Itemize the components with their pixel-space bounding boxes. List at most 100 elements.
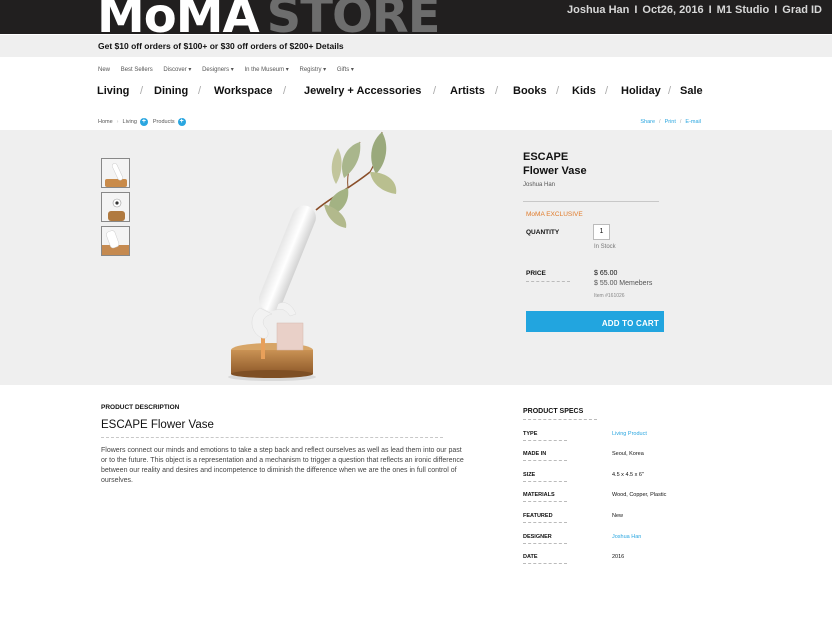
specs-heading: PRODUCT SPECS bbox=[523, 408, 598, 420]
meta-separator: I bbox=[634, 4, 638, 16]
nav-jewelry-accessories[interactable]: Jewelry + Accessories bbox=[304, 85, 421, 97]
nav-divider: / bbox=[433, 85, 437, 97]
product-title-line2: Flower Vase bbox=[523, 165, 587, 177]
product-thumbnail[interactable] bbox=[101, 158, 130, 188]
spec-row: DATE 2016 bbox=[523, 554, 723, 568]
meta-separator: I bbox=[774, 4, 778, 16]
spec-value: Seoul, Korea bbox=[612, 451, 644, 457]
spec-key: DATE bbox=[523, 554, 566, 564]
spec-value-link[interactable]: Joshua Han bbox=[612, 534, 641, 540]
product-image-escape-vase bbox=[228, 131, 397, 381]
main-nav: Living / Dining / Workspace / Jewelry + … bbox=[97, 85, 737, 99]
share-link[interactable]: Share bbox=[640, 119, 655, 125]
quantity-input[interactable]: 1 bbox=[593, 224, 610, 240]
spec-row: MATERIALS Wood, Copper, Plastic bbox=[523, 492, 723, 506]
member-price: $ 55.00 Memebers bbox=[594, 280, 653, 287]
util-gifts[interactable]: Gifts ▾ bbox=[337, 67, 354, 73]
spec-value: 4.5 x 4.5 x 6" bbox=[612, 472, 644, 478]
breadcrumb-living[interactable]: Living bbox=[123, 119, 137, 125]
expand-plus-icon[interactable]: + bbox=[139, 118, 148, 126]
nav-divider: / bbox=[198, 85, 202, 97]
description-body: Flowers connect our minds and emotions t… bbox=[101, 447, 464, 484]
price-value: $ 65.00 bbox=[594, 270, 618, 277]
divider bbox=[101, 437, 443, 438]
nav-divider: / bbox=[495, 85, 499, 97]
nav-divider: / bbox=[605, 85, 609, 97]
email-link[interactable]: E-mail bbox=[685, 119, 701, 125]
promo-bar: Get $10 off orders of $100+ or $30 off o… bbox=[0, 35, 832, 57]
meta-name: Joshua Han bbox=[567, 4, 630, 16]
divider bbox=[523, 201, 659, 202]
util-best-sellers[interactable]: Best Sellers bbox=[121, 67, 153, 73]
util-new[interactable]: New bbox=[98, 67, 110, 73]
utility-nav: New Best Sellers Discover ▾ Designers ▾ … bbox=[98, 66, 363, 73]
spec-row: FEATURED New bbox=[523, 513, 723, 527]
meta-separator: I bbox=[708, 4, 712, 16]
stock-status: In Stock bbox=[594, 244, 616, 250]
util-discover[interactable]: Discover ▾ bbox=[163, 67, 191, 73]
product-title: ESCAPE Flower Vase bbox=[523, 150, 587, 178]
share-links: Share / Print / E-mail bbox=[640, 119, 701, 125]
spec-row: DESIGNER Joshua Han bbox=[523, 534, 723, 548]
header-meta: Joshua Han I Oct26, 2016 I M1 Studio I Grad ID bbox=[567, 4, 822, 16]
spec-row: SIZE 4.5 x 4.5 x 6" bbox=[523, 472, 723, 486]
breadcrumb-products[interactable]: Products bbox=[153, 119, 175, 125]
nav-divider: / bbox=[556, 85, 560, 97]
spec-value: New bbox=[612, 513, 624, 519]
product-author[interactable]: Joshua Han bbox=[523, 182, 555, 188]
spec-row: TYPE Living Product bbox=[523, 431, 723, 445]
nav-divider: / bbox=[668, 85, 672, 97]
spec-row: MADE IN Seoul, Korea bbox=[523, 451, 723, 465]
nav-kids[interactable]: Kids bbox=[572, 85, 596, 97]
logo-moma: MoMA bbox=[97, 0, 260, 34]
nav-books[interactable]: Books bbox=[513, 85, 547, 97]
description-title: ESCAPE Flower Vase bbox=[101, 419, 214, 431]
nav-workspace[interactable]: Workspace bbox=[214, 85, 273, 97]
exclusive-badge: MoMA EXCLUSIVE bbox=[526, 211, 583, 218]
thumbnail-vase-image bbox=[105, 163, 127, 187]
spec-key: MATERIALS bbox=[523, 492, 567, 502]
spec-value: Wood, Copper, Plastic bbox=[612, 492, 667, 498]
product-thumbnail[interactable] bbox=[101, 226, 130, 256]
thumbnail-vase-image bbox=[108, 198, 125, 221]
spec-key: MADE IN bbox=[523, 451, 568, 461]
moma-store-logo[interactable]: MoMA STORE bbox=[97, 0, 441, 34]
nav-artists[interactable]: Artists bbox=[450, 85, 485, 97]
util-designers[interactable]: Designers ▾ bbox=[202, 67, 234, 73]
spec-key: DESIGNER bbox=[523, 534, 567, 544]
spec-value-link[interactable]: Living Product bbox=[612, 431, 647, 437]
breadcrumb: Home › Living + Products + bbox=[98, 118, 191, 126]
top-bar: MoMA STORE Joshua Han I Oct26, 2016 I M1 Stud… bbox=[0, 0, 832, 34]
share-divider: / bbox=[679, 119, 682, 125]
nav-sale[interactable]: Sale bbox=[680, 85, 703, 97]
nav-divider: / bbox=[140, 85, 144, 97]
meta-date: Oct26, 2016 bbox=[642, 4, 704, 16]
spec-key: TYPE bbox=[523, 431, 569, 441]
promo-text[interactable]: Get $10 off orders of $100+ or $30 off o… bbox=[98, 41, 344, 51]
product-title-line1: ESCAPE bbox=[523, 151, 569, 163]
description-heading: PRODUCT DESCRIPTION bbox=[101, 404, 180, 411]
quantity-label: QUANTITY bbox=[526, 229, 560, 236]
meta-grad-id: Grad ID bbox=[782, 4, 822, 16]
nav-living[interactable]: Living bbox=[97, 85, 129, 97]
util-registry[interactable]: Registry ▾ bbox=[300, 67, 327, 73]
nav-holiday[interactable]: Holiday bbox=[621, 85, 661, 97]
logo-store: STORE bbox=[266, 0, 441, 34]
item-number: Item #161026 bbox=[594, 293, 625, 299]
breadcrumb-chevron-icon: › bbox=[116, 119, 119, 126]
price-label: PRICE bbox=[526, 270, 570, 282]
spec-value: 2016 bbox=[612, 554, 625, 560]
nav-divider: / bbox=[283, 85, 287, 97]
util-in-the-museum[interactable]: In the Museum ▾ bbox=[244, 67, 288, 73]
meta-studio: M1 Studio bbox=[716, 4, 770, 16]
share-divider: / bbox=[659, 119, 661, 125]
spec-key: FEATURED bbox=[523, 513, 567, 523]
print-link[interactable]: Print bbox=[665, 119, 676, 125]
spec-key: SIZE bbox=[523, 472, 568, 482]
nav-dining[interactable]: Dining bbox=[154, 85, 188, 97]
thumbnail-vase-image bbox=[102, 230, 129, 255]
expand-plus-icon[interactable]: + bbox=[177, 118, 186, 126]
add-to-cart-button[interactable]: ADD TO CART bbox=[526, 311, 664, 332]
product-thumbnail[interactable] bbox=[101, 192, 130, 222]
breadcrumb-home[interactable]: Home bbox=[98, 119, 113, 125]
